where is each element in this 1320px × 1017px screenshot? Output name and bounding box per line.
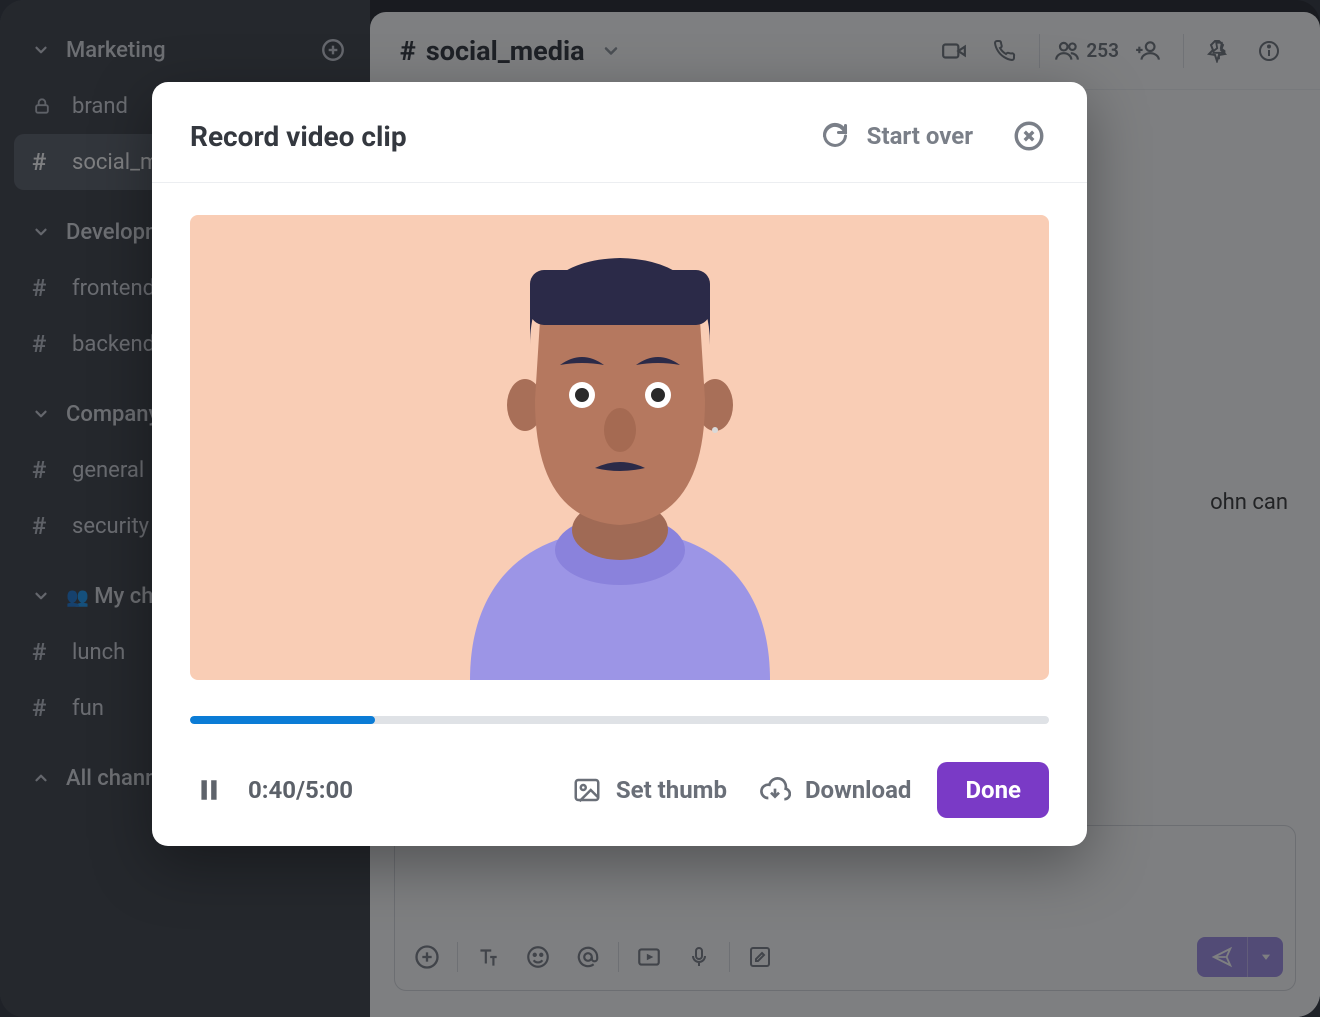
modal-title: Record video clip (190, 120, 821, 153)
video-preview (190, 215, 1049, 680)
set-thumb-button[interactable]: Set thumb (566, 769, 733, 811)
modal-header: Record video clip Start over (152, 82, 1087, 183)
set-thumb-label: Set thumb (616, 776, 727, 804)
close-icon (1012, 119, 1046, 153)
refresh-icon (821, 122, 849, 150)
download-label: Download (805, 776, 911, 804)
start-over-label: Start over (867, 122, 973, 150)
done-button[interactable]: Done (937, 762, 1049, 818)
modal-controls: 0:40/5:00 Set thumb Download Done (190, 762, 1049, 818)
record-video-modal: Record video clip Start over (152, 82, 1087, 846)
start-over-button[interactable]: Start over (821, 122, 973, 150)
image-icon (572, 775, 602, 805)
avatar-illustration (410, 250, 830, 680)
pause-icon (196, 775, 222, 805)
done-label: Done (965, 776, 1021, 804)
download-button[interactable]: Download (753, 768, 917, 812)
progress-fill (190, 716, 375, 724)
cloud-download-icon (759, 774, 791, 806)
time-display: 0:40/5:00 (248, 776, 353, 804)
pause-button[interactable] (190, 771, 228, 809)
close-button[interactable] (1009, 116, 1049, 156)
recording-progress[interactable] (190, 716, 1049, 724)
